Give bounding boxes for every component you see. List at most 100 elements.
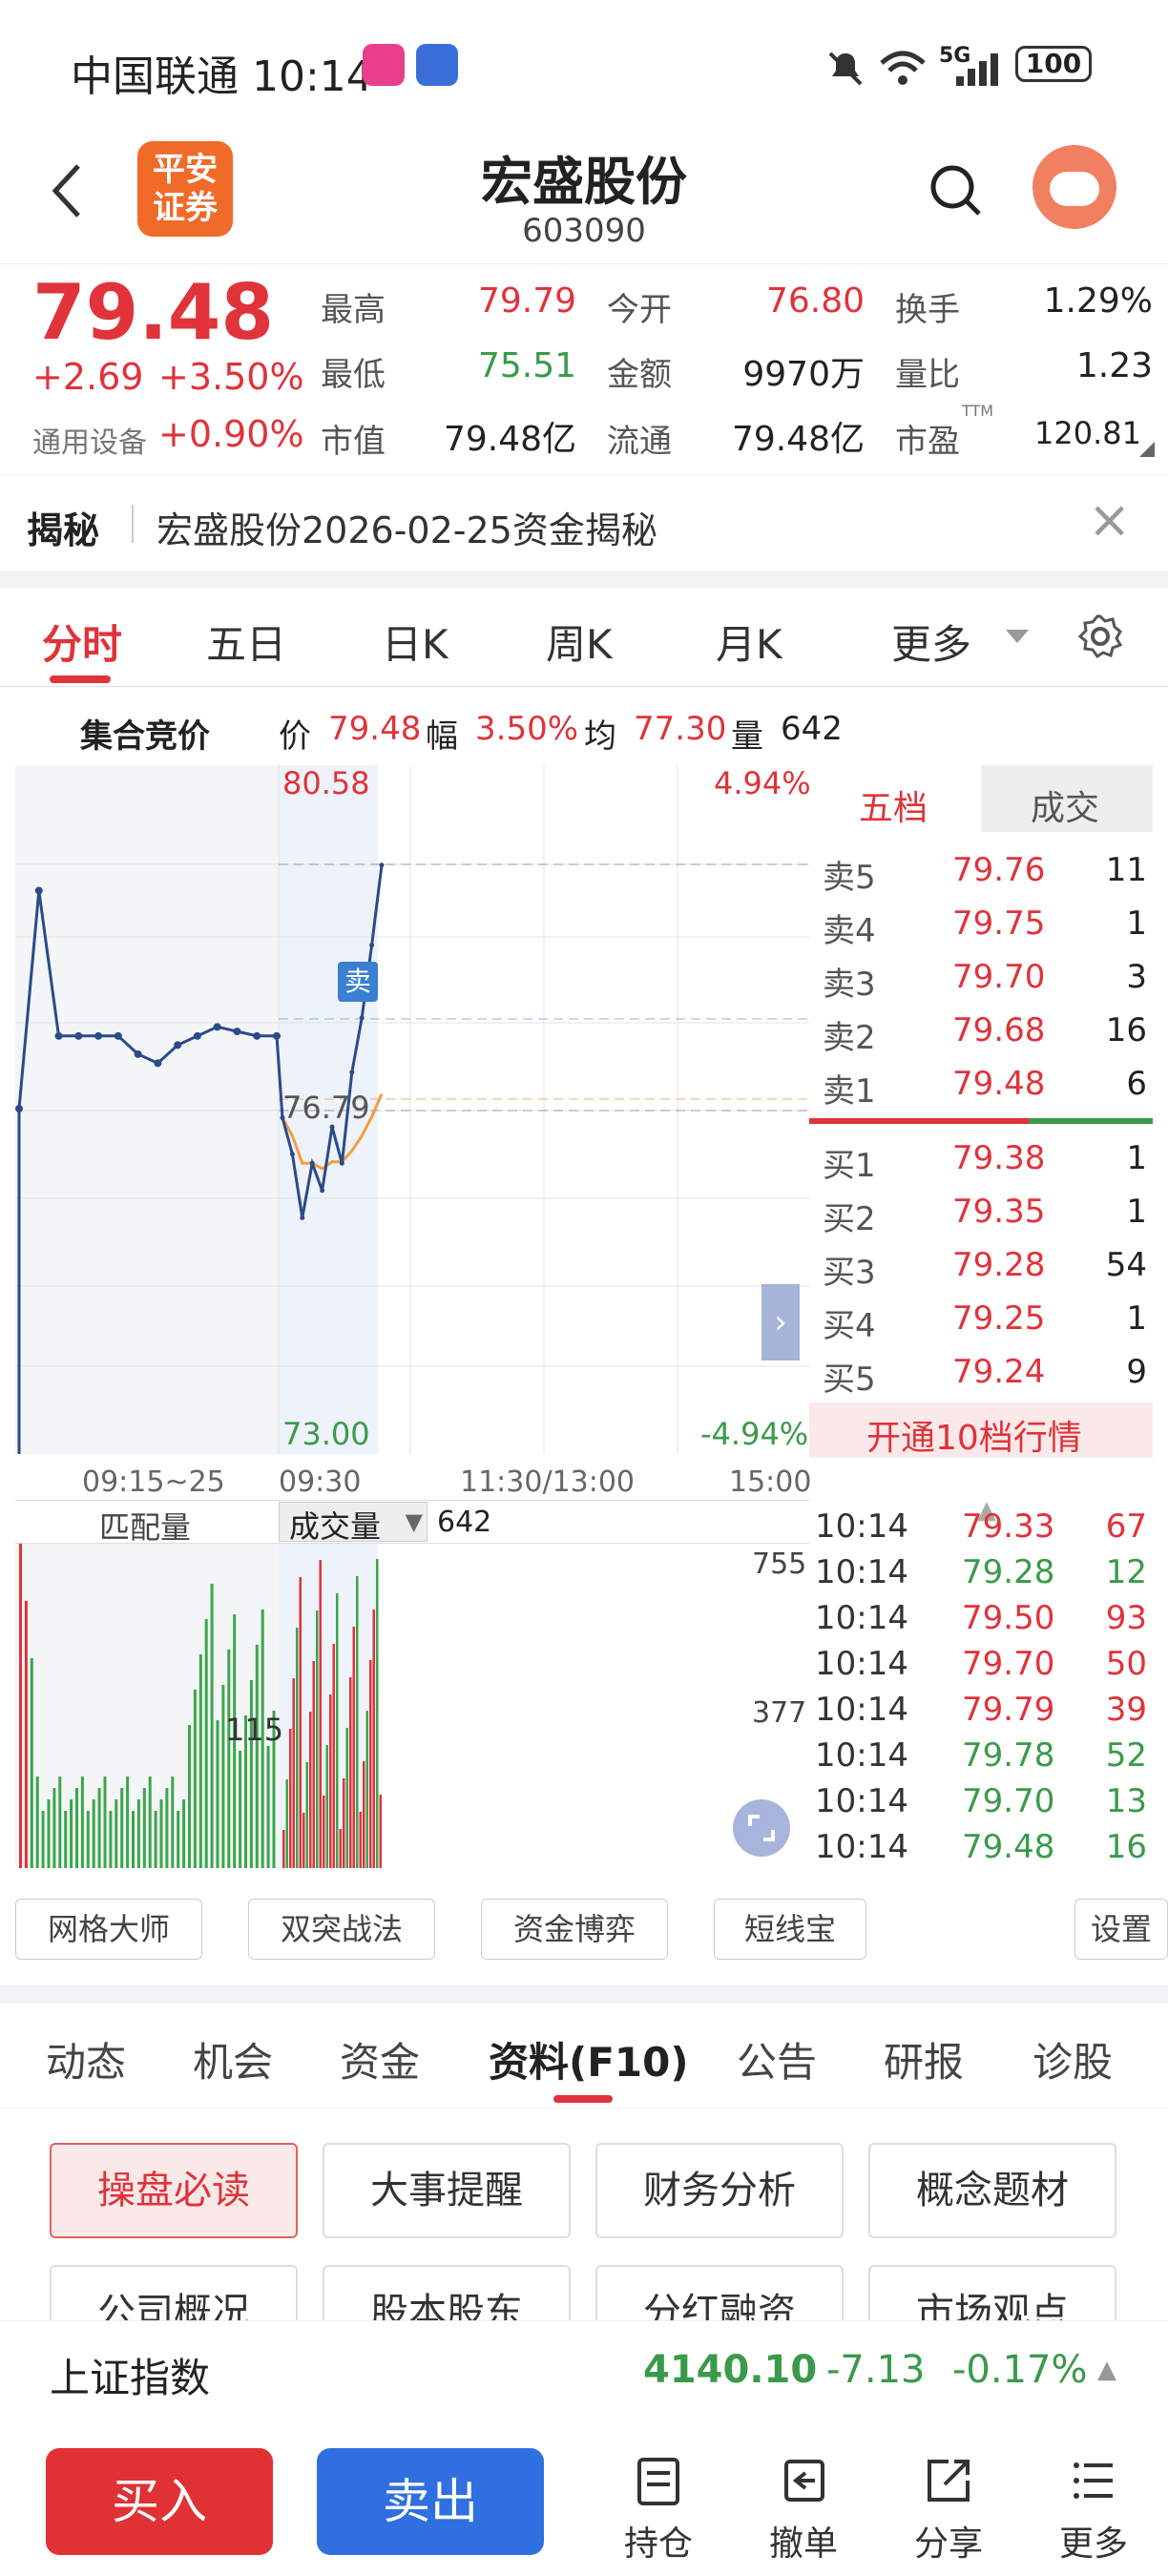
sell-marker[interactable]: 卖 (338, 962, 378, 1002)
match-volume-bar (35, 1776, 39, 1868)
order-book-row[interactable]: 买2 79.35 1 (809, 1185, 1153, 1238)
fullscreen-button[interactable] (733, 1799, 790, 1857)
match-volume-bar (159, 1799, 163, 1868)
volume-chart[interactable]: 匹配量 成交量 ▼ 642 755 377 115 (0, 1500, 809, 1881)
price-point (289, 1152, 295, 1157)
close-icon[interactable]: × (1088, 489, 1131, 550)
buy-button[interactable]: 买入 (46, 2448, 273, 2555)
cancel-order-button[interactable]: 撤单 (746, 2454, 861, 2566)
price-point (15, 1105, 23, 1113)
reveal-text[interactable]: 宏盛股份2026-02-25资金揭秘 (156, 501, 657, 553)
tool-fund-game[interactable]: 资金博弈 (481, 1899, 668, 1960)
trade-volume-bar (282, 1830, 285, 1868)
subtab-announcement[interactable]: 公告 (737, 2030, 817, 2088)
order-book-row[interactable]: 买4 79.25 1 (809, 1292, 1153, 1345)
level-price: 79.24 (952, 1353, 1046, 1391)
dropdown-triangle-icon[interactable] (1006, 630, 1029, 645)
tab-weekly-k[interactable]: 周K (546, 613, 613, 671)
share-button[interactable]: 分享 (891, 2454, 1006, 2566)
f10-financials[interactable]: 财务分析 (595, 2143, 844, 2238)
price-point (213, 1023, 221, 1031)
intraday-chart[interactable]: 80.58 4.94% 73.00 -4.94% 76.79 卖 › (0, 765, 811, 1462)
level-name: 卖2 (823, 1019, 876, 1057)
expand-panel-button[interactable]: › (761, 1284, 800, 1361)
avatar[interactable] (1032, 145, 1116, 229)
avg-label: 均 (584, 717, 616, 756)
chevron-up-icon[interactable]: ▲ (1097, 2356, 1116, 2384)
tab-more[interactable]: 更多 (891, 613, 971, 671)
f10-grid: 操盘必读 大事提醒 财务分析 概念题材 公司概况 股本股东 分红融资 市场观点 (0, 2110, 1168, 2320)
volume-dropdown[interactable]: 成交量 ▼ (279, 1502, 428, 1545)
f10-dividends[interactable]: 分红融资 (595, 2265, 844, 2320)
subtab-diagnosis[interactable]: 诊股 (1032, 2030, 1113, 2088)
turnover-value: 1.29% (1043, 281, 1153, 321)
separator (0, 1984, 1168, 2004)
price-point (359, 1015, 365, 1021)
volume-left-mid: 115 (225, 1712, 284, 1748)
order-book-row[interactable]: 卖4 79.75 1 (809, 897, 1153, 950)
subtab-f10[interactable]: 资料(F10) (489, 2030, 689, 2088)
subtab-opportunity[interactable]: 机会 (193, 2030, 273, 2088)
cancel-order-label: 撤单 (768, 2524, 838, 2564)
level-price: 79.25 (952, 1299, 1046, 1338)
more-button[interactable]: 更多 (1036, 2454, 1151, 2566)
carrier-time: 中国联通 10:14 (71, 52, 373, 101)
tab-daily-k[interactable]: 日K (382, 613, 448, 671)
subtab-funds[interactable]: 资金 (340, 2030, 420, 2088)
level-name: 卖3 (823, 966, 876, 1004)
trade-time: 10:14 (815, 1645, 908, 1683)
tab-monthly-k[interactable]: 月K (716, 613, 782, 671)
subtab-research[interactable]: 研报 (884, 2030, 964, 2088)
trade-volume-bar (305, 1762, 308, 1868)
sector-name[interactable]: 通用设备 (32, 419, 147, 461)
tab-5day[interactable]: 五日 (206, 613, 286, 671)
settings-gear-icon[interactable] (1076, 613, 1124, 660)
sell-button[interactable]: 卖出 (317, 2448, 544, 2555)
subtab-news[interactable]: 动态 (46, 2030, 126, 2088)
match-volume-bar (58, 1776, 62, 1868)
tool-settings[interactable]: 设置 (1074, 1899, 1168, 1960)
level-price: 79.28 (952, 1246, 1046, 1284)
sector-pct[interactable]: +0.90% (158, 413, 304, 455)
level-name: 买1 (823, 1147, 876, 1185)
tab-five-levels[interactable]: 五档 (809, 765, 981, 832)
volume-axis-top: 755 (752, 1548, 807, 1581)
order-book-row[interactable]: 买3 79.28 54 (809, 1238, 1153, 1292)
holdings-button[interactable]: 持仓 (601, 2454, 716, 2566)
separator (0, 571, 1168, 588)
reveal-bar[interactable]: 揭秘 宏盛股份2026-02-25资金揭秘 × (0, 475, 1168, 571)
signal-icon (956, 53, 998, 86)
order-book-row[interactable]: 卖2 79.68 16 (809, 1004, 1153, 1057)
match-volume-bar (148, 1776, 152, 1868)
order-book-row[interactable]: 买1 79.38 1 (809, 1132, 1153, 1185)
f10-shareholders[interactable]: 股本股东 (323, 2265, 571, 2320)
auction-range: 3.50% (475, 710, 579, 748)
f10-market-view[interactable]: 市场观点 (868, 2265, 1116, 2320)
match-volume-bar (109, 1811, 113, 1868)
expand-corner-icon[interactable] (1139, 442, 1155, 457)
tool-grid-master[interactable]: 网格大师 (15, 1899, 202, 1960)
level-volume: 3 (1126, 958, 1147, 996)
f10-company[interactable]: 公司概况 (50, 2265, 298, 2320)
order-book-row[interactable]: 卖5 79.76 11 (809, 843, 1153, 897)
search-icon[interactable] (928, 162, 985, 219)
f10-events[interactable]: 大事提醒 (323, 2143, 571, 2238)
trade-volume-bar (332, 1644, 335, 1868)
tool-double-breakout[interactable]: 双突战法 (248, 1899, 435, 1960)
turnover-label: 换手 (895, 291, 960, 329)
order-book-row[interactable]: 卖1 79.48 6 (809, 1057, 1153, 1111)
f10-must-read[interactable]: 操盘必读 (50, 2143, 298, 2238)
order-book-row[interactable]: 买5 79.24 9 (809, 1345, 1153, 1399)
order-book-row[interactable]: 卖3 79.70 3 (809, 950, 1153, 1004)
match-volume-bar (24, 1601, 28, 1868)
tab-trades[interactable]: 成交 (981, 765, 1153, 832)
f10-concepts[interactable]: 概念题材 (868, 2143, 1116, 2238)
time-label-noon: 11:30/13:00 (460, 1465, 636, 1499)
index-ticker[interactable]: 上证指数 4140.10 -7.13 -0.17% ▲ (0, 2320, 1168, 2425)
trade-volume-bar (369, 1660, 372, 1868)
match-volume-bar (41, 1811, 45, 1868)
upgrade-10-level-button[interactable]: 开通10档行情 (809, 1402, 1153, 1458)
tab-intraday[interactable]: 分时 (42, 613, 122, 671)
match-volume-bar (92, 1799, 95, 1868)
tool-short-term[interactable]: 短线宝 (714, 1899, 866, 1960)
